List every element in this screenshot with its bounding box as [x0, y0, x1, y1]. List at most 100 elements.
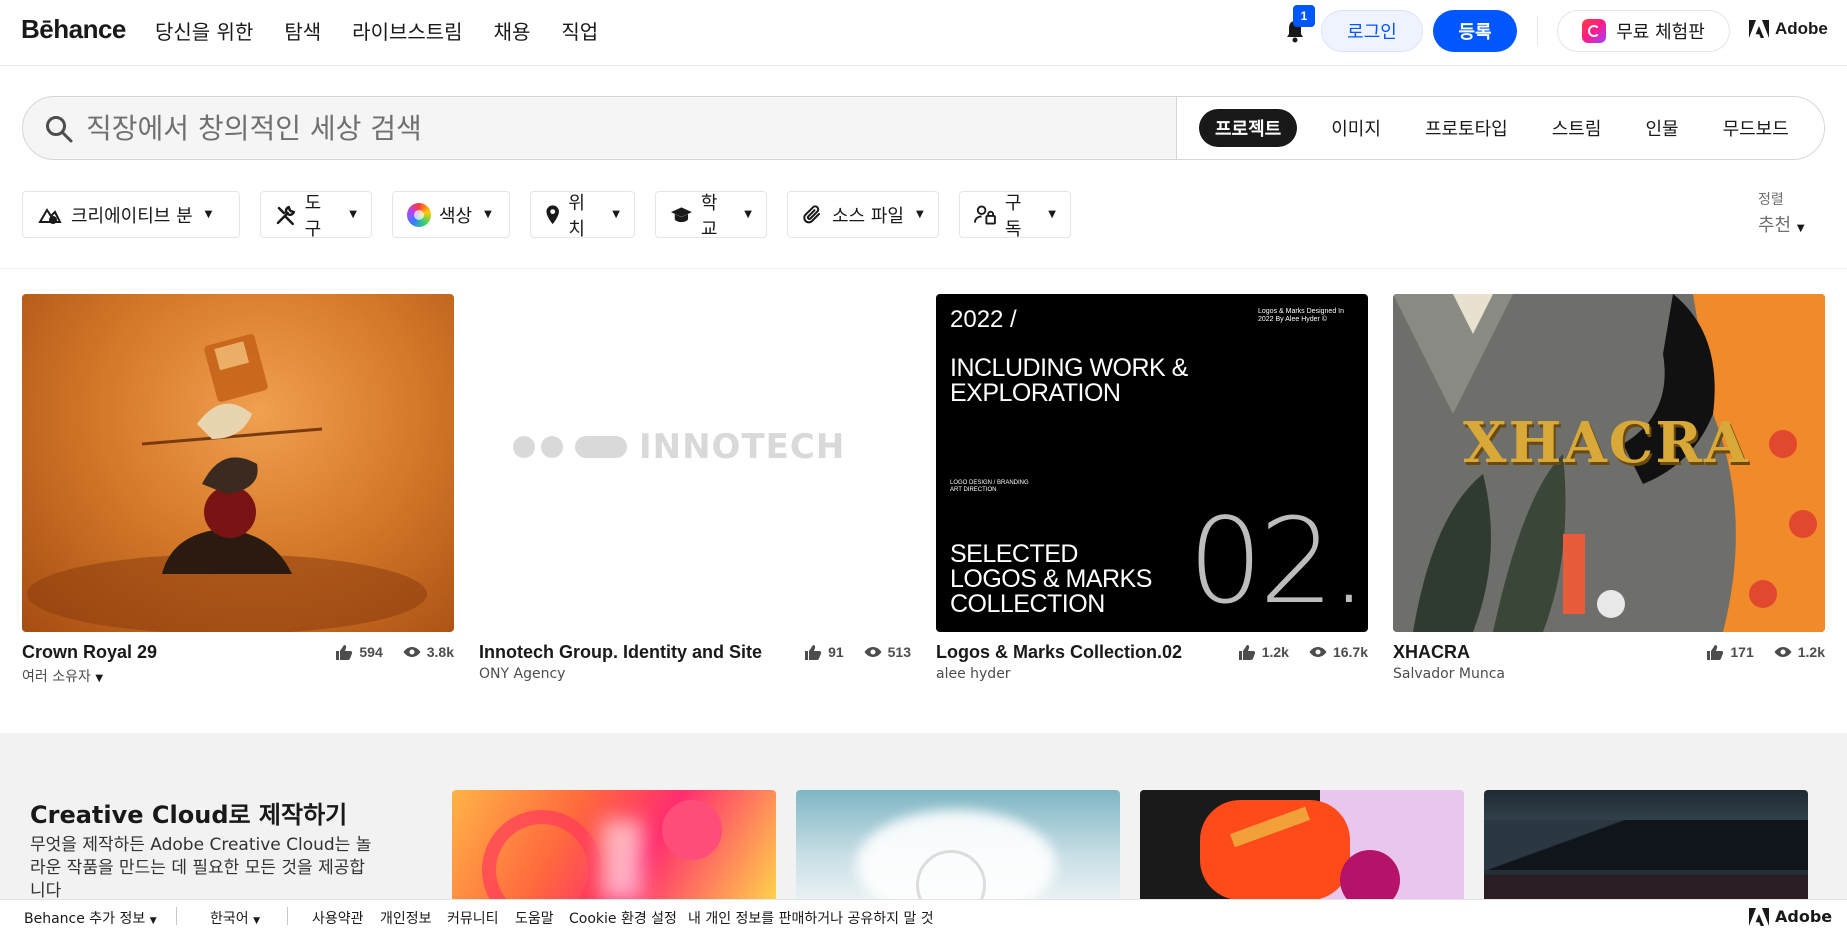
eye-icon — [403, 647, 421, 657]
paperclip-icon — [803, 204, 820, 223]
thumbs-up-icon — [336, 645, 353, 660]
filter-label: 색상 — [439, 205, 473, 227]
nav-careers[interactable]: 직업 — [561, 16, 598, 45]
adobe-logo-icon — [1749, 907, 1769, 926]
tab-people[interactable]: 인물 — [1623, 109, 1700, 147]
like-count: 171 — [1730, 644, 1754, 660]
xhacra-wordmark: XHACRA — [1463, 410, 1750, 476]
location-pin-icon — [546, 204, 559, 224]
project-card[interactable]: XHACRA XHACRA Salvador Munca 171 1.2k — [1393, 294, 1825, 684]
footer-language[interactable]: 한국어 ▼ — [210, 908, 260, 928]
project-thumbnail[interactable]: INNOTECH — [479, 294, 911, 632]
footer-link-community[interactable]: 커뮤니티 — [447, 908, 499, 928]
nav-jobs[interactable]: 채용 — [494, 16, 531, 45]
search-input[interactable] — [86, 104, 1166, 152]
chevron-down-icon: ▼ — [744, 209, 752, 220]
behance-logo[interactable]: Bēhance — [21, 14, 126, 45]
logos-tag-1: LOGO DESIGN / BRANDING — [950, 480, 1029, 486]
notification-count-badge: 1 — [1293, 5, 1315, 27]
filter-color[interactable]: 색상 ▼ — [392, 191, 510, 238]
eye-icon — [1309, 647, 1327, 657]
tab-streams[interactable]: 스트림 — [1530, 109, 1624, 147]
cc-tile-illustration[interactable] — [1140, 790, 1464, 900]
project-owner[interactable]: ONY Agency — [479, 666, 565, 682]
filter-source-files[interactable]: 소스 파일 ▼ — [787, 191, 939, 238]
project-card[interactable]: 2022 / Logos & Marks Designed In 2022 By… — [936, 294, 1368, 684]
footer-more-info[interactable]: Behance 추가 정보 ▼ — [24, 908, 157, 928]
project-card[interactable]: INNOTECH Innotech Group. Identity and Si… — [479, 294, 911, 684]
footer-link-cookie[interactable]: Cookie 환경 설정 — [569, 908, 677, 928]
project-thumbnail[interactable]: XHACRA — [1393, 294, 1825, 632]
creative-cloud-title: Creative Cloud로 제작하기 — [30, 801, 348, 829]
adobe-logo-icon — [1749, 20, 1769, 38]
footer-link-terms[interactable]: 사용약관 — [312, 908, 364, 928]
filter-tools[interactable]: 도구 ▼ — [260, 191, 372, 240]
tab-images[interactable]: 이미지 — [1309, 109, 1403, 147]
filter-label: 학교 — [700, 192, 718, 240]
main-nav: 당신을 위한 탐색 라이브스트림 채용 직업 — [155, 16, 598, 45]
footer-adobe-link[interactable]: Adobe — [1749, 907, 1832, 926]
project-title[interactable]: Logos & Marks Collection.02 — [936, 642, 1182, 663]
color-wheel-icon — [407, 202, 431, 227]
footer: Behance 추가 정보 ▼ 한국어 ▼ 사용약관 개인정보 커뮤니티 도움말… — [0, 899, 1847, 931]
adobe-label: Adobe — [1775, 907, 1833, 926]
view-count: 3.8k — [426, 644, 454, 660]
footer-link-do-not-sell[interactable]: 내 개인 정보를 판매하거나 공유하지 말 것 — [688, 908, 934, 928]
chevron-down-icon: ▼ — [349, 209, 357, 220]
signup-button[interactable]: 등록 — [1433, 10, 1517, 52]
innotech-logo: INNOTECH — [513, 427, 845, 467]
footer-link-privacy[interactable]: 개인정보 — [380, 908, 432, 928]
project-owner[interactable]: alee hyder — [936, 666, 1011, 682]
filter-label: 소스 파일 — [832, 205, 904, 227]
project-title[interactable]: Crown Royal 29 — [22, 642, 157, 663]
cc-tile-abstract-3d[interactable] — [452, 790, 776, 900]
project-owner[interactable]: Salvador Munca — [1393, 666, 1505, 682]
login-button[interactable]: 로그인 — [1321, 10, 1423, 52]
filter-school[interactable]: 학교 ▼ — [655, 191, 767, 240]
tab-prototypes[interactable]: 프로토타입 — [1403, 109, 1530, 147]
like-count: 594 — [359, 644, 383, 660]
cc-tile-landscape[interactable] — [1484, 790, 1808, 900]
project-stats: 594 3.8k — [335, 644, 454, 660]
project-stats: 91 513 — [804, 644, 911, 660]
project-owner[interactable]: 여러 소유자 ▼ — [22, 666, 103, 686]
nav-livestream[interactable]: 라이브스트림 — [352, 16, 462, 45]
top-navigation: Bēhance 당신을 위한 탐색 라이브스트림 채용 직업 1 로그인 등록 … — [0, 0, 1847, 66]
free-trial-button[interactable]: 무료 체험판 — [1557, 10, 1730, 52]
logos-year: 2022 / — [950, 306, 1017, 333]
filter-location[interactable]: 위치 ▼ — [530, 191, 635, 240]
cc-tile-cloud-photo[interactable] — [796, 790, 1120, 900]
nav-divider — [1537, 16, 1538, 46]
chevron-down-icon: ▼ — [1796, 223, 1805, 234]
filter-creative-fields[interactable]: 크리에이티브 분 ▼ — [22, 191, 240, 238]
filter-label: 구독 — [1004, 192, 1022, 240]
project-thumbnail[interactable]: 2022 / Logos & Marks Designed In 2022 By… — [936, 294, 1368, 632]
nav-for-you[interactable]: 당신을 위한 — [155, 16, 253, 45]
project-title[interactable]: XHACRA — [1393, 642, 1470, 663]
filter-subscription[interactable]: 구독 ▼ — [959, 191, 1071, 240]
adobe-link[interactable]: Adobe — [1749, 19, 1828, 39]
eye-icon — [864, 647, 882, 657]
sort-dropdown[interactable]: 정렬 추천 ▼ — [1758, 189, 1805, 237]
project-card[interactable]: Crown Royal 29 여러 소유자 ▼ 594 3.8k — [22, 294, 454, 686]
nav-explore[interactable]: 탐색 — [284, 16, 321, 45]
sort-label: 정렬 — [1758, 192, 1784, 208]
chevron-down-icon: ▼ — [204, 209, 213, 220]
search-icon[interactable] — [44, 114, 74, 144]
footer-link-help[interactable]: 도움말 — [515, 908, 554, 928]
sort-value: 추천 ▼ — [1758, 215, 1805, 236]
tab-moodboards[interactable]: 무드보드 — [1701, 109, 1811, 147]
graduation-cap-icon — [670, 206, 692, 222]
filter-label: 크리에이티브 분 — [71, 205, 193, 227]
section-divider — [0, 268, 1847, 269]
thumbs-up-icon — [1238, 645, 1255, 660]
tab-projects[interactable]: 프로젝트 — [1199, 109, 1298, 147]
like-count: 91 — [828, 644, 844, 660]
view-count: 1.2k — [1797, 644, 1825, 660]
footer-separator — [287, 907, 288, 925]
like-count: 1.2k — [1261, 644, 1289, 660]
thumbs-up-icon — [805, 645, 822, 660]
project-title[interactable]: Innotech Group. Identity and Site — [479, 642, 762, 663]
project-thumbnail[interactable] — [22, 294, 454, 632]
subscription-lock-icon — [974, 204, 996, 225]
